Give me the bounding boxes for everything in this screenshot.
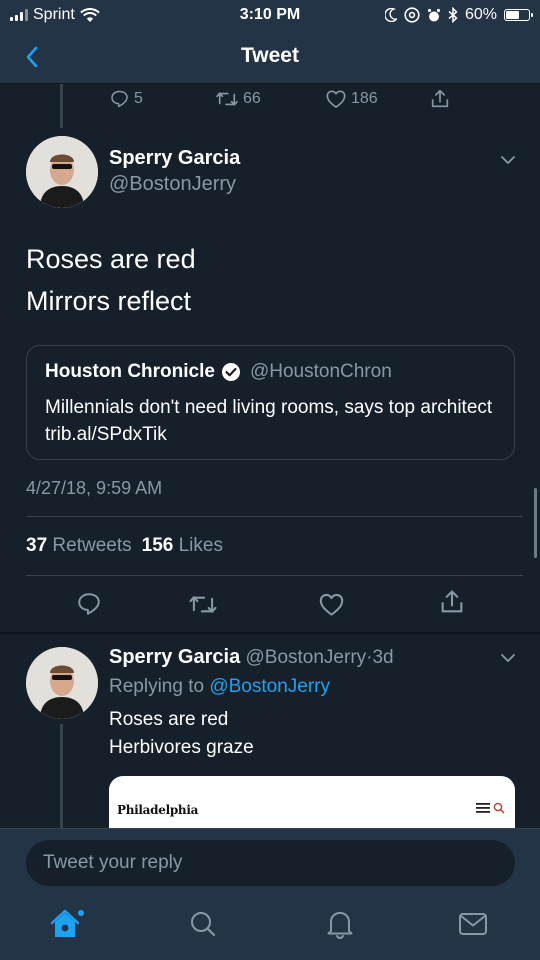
battery-icon bbox=[504, 9, 533, 21]
prev-share-button[interactable] bbox=[429, 88, 451, 110]
like-button[interactable] bbox=[318, 592, 345, 617]
tab-messages[interactable] bbox=[451, 902, 495, 946]
divider bbox=[26, 575, 523, 576]
at-sign-icon bbox=[404, 7, 420, 23]
prev-like-count: 186 bbox=[351, 90, 378, 107]
heart-icon bbox=[326, 90, 346, 108]
reply-author-handle[interactable]: @BostonJerry bbox=[245, 647, 366, 668]
tweet-text: Roses are red Mirrors reflect bbox=[26, 238, 196, 322]
tweet-detail-screen: Sprint 3:10 PM 60% Tweet 5 66 186 Sperry… bbox=[0, 0, 540, 960]
search-icon bbox=[191, 912, 216, 937]
prev-like-button[interactable]: 186 bbox=[325, 89, 378, 109]
battery-level-fill bbox=[506, 11, 520, 19]
bell-icon bbox=[327, 912, 353, 939]
tweet-options-button[interactable] bbox=[499, 151, 517, 169]
avatar-photo bbox=[26, 136, 98, 208]
tab-search[interactable] bbox=[181, 902, 225, 946]
thread-line-bottom bbox=[60, 724, 63, 834]
section-divider bbox=[0, 632, 540, 634]
status-right: 60% bbox=[384, 6, 533, 24]
likes-label: Likes bbox=[178, 535, 223, 556]
quoted-tweet-card[interactable]: Houston Chronicle @HoustonChron Millenni… bbox=[26, 345, 515, 460]
tweet-stats: 37 Retweets 156 Likes bbox=[26, 535, 223, 557]
menu-icon bbox=[476, 803, 490, 813]
reply-icon bbox=[78, 593, 100, 615]
replying-handle-link[interactable]: @BostonJerry bbox=[209, 676, 330, 697]
quoted-author-handle: @HoustonChron bbox=[249, 361, 392, 382]
likes-stat[interactable]: 156 Likes bbox=[142, 535, 223, 557]
status-bar: Sprint 3:10 PM 60% bbox=[0, 0, 540, 30]
retweets-label: Retweets bbox=[52, 535, 132, 556]
quoted-tweet-header: Houston Chronicle @HoustonChron bbox=[45, 361, 392, 383]
reply-author-avatar[interactable] bbox=[26, 647, 98, 719]
page-title: Tweet bbox=[241, 44, 299, 67]
quoted-tweet-text: Millennials don't need living rooms, say… bbox=[45, 397, 493, 445]
tab-bar bbox=[0, 890, 540, 960]
reply-age: 3d bbox=[372, 647, 394, 668]
reply-options-button[interactable] bbox=[499, 649, 517, 667]
reply-text-line: Roses are red bbox=[109, 709, 229, 730]
retweet-icon bbox=[216, 92, 238, 106]
chevron-down-icon bbox=[501, 654, 515, 662]
reply-button[interactable] bbox=[76, 591, 102, 617]
share-icon bbox=[431, 89, 449, 108]
thread-line-top bbox=[60, 84, 63, 128]
share-button[interactable] bbox=[438, 588, 466, 616]
likes-count: 156 bbox=[141, 535, 174, 556]
search-icon bbox=[493, 802, 505, 814]
alarm-icon bbox=[427, 8, 441, 21]
author-avatar[interactable] bbox=[26, 136, 98, 208]
tab-notifications[interactable] bbox=[318, 902, 362, 946]
tweet-text-line: Roses are red bbox=[26, 244, 196, 274]
nav-bar: Tweet bbox=[0, 30, 540, 84]
reply-input[interactable] bbox=[26, 840, 515, 886]
bluetooth-icon bbox=[448, 7, 458, 23]
replying-to: Replying to @BostonJerry bbox=[109, 676, 330, 698]
reply-text-line: Herbivores graze bbox=[109, 737, 254, 758]
prev-reply-button[interactable]: 5 bbox=[109, 89, 143, 109]
tweet-text-line: Mirrors reflect bbox=[26, 286, 192, 316]
tweet-timestamp: 4/27/18, 9:59 AM bbox=[26, 478, 163, 498]
preview-header-icons bbox=[476, 802, 505, 814]
tab-home[interactable] bbox=[45, 902, 89, 946]
preview-site-title: Philadelphia bbox=[117, 803, 199, 817]
avatar-photo bbox=[26, 647, 98, 719]
retweets-stat[interactable]: 37 Retweets bbox=[26, 535, 132, 557]
verified-badge-icon bbox=[221, 363, 240, 381]
author-name[interactable]: Sperry Garcia bbox=[109, 147, 240, 170]
reply-author-name[interactable]: Sperry Garcia bbox=[109, 646, 240, 668]
reply-header: Sperry Garcia @BostonJerry·3d bbox=[109, 646, 394, 669]
prev-reply-count: 5 bbox=[134, 90, 143, 107]
divider bbox=[26, 516, 523, 517]
chevron-down-icon bbox=[501, 156, 515, 164]
reply-icon bbox=[111, 90, 128, 108]
share-icon bbox=[441, 590, 463, 613]
prev-retweet-count: 66 bbox=[243, 90, 261, 107]
prev-retweet-button[interactable]: 66 bbox=[215, 89, 261, 109]
heart-icon bbox=[319, 593, 344, 616]
quoted-author-name: Houston Chronicle bbox=[45, 361, 215, 382]
retweets-count: 37 bbox=[26, 535, 48, 556]
replying-label: Replying to bbox=[109, 676, 205, 697]
retweet-icon bbox=[189, 596, 217, 613]
reply-composer-bar bbox=[0, 828, 540, 890]
scrollbar[interactable] bbox=[534, 488, 537, 558]
retweet-button[interactable] bbox=[188, 592, 218, 617]
prev-tweet-actions: 5 66 186 bbox=[109, 87, 469, 111]
reply-tweet-text: Roses are red Herbivores graze bbox=[109, 706, 254, 762]
author-handle[interactable]: @BostonJerry bbox=[109, 173, 236, 196]
moon-icon bbox=[384, 8, 397, 22]
mail-icon bbox=[459, 913, 487, 935]
home-icon bbox=[50, 909, 84, 937]
battery-percent: 60% bbox=[464, 6, 497, 23]
